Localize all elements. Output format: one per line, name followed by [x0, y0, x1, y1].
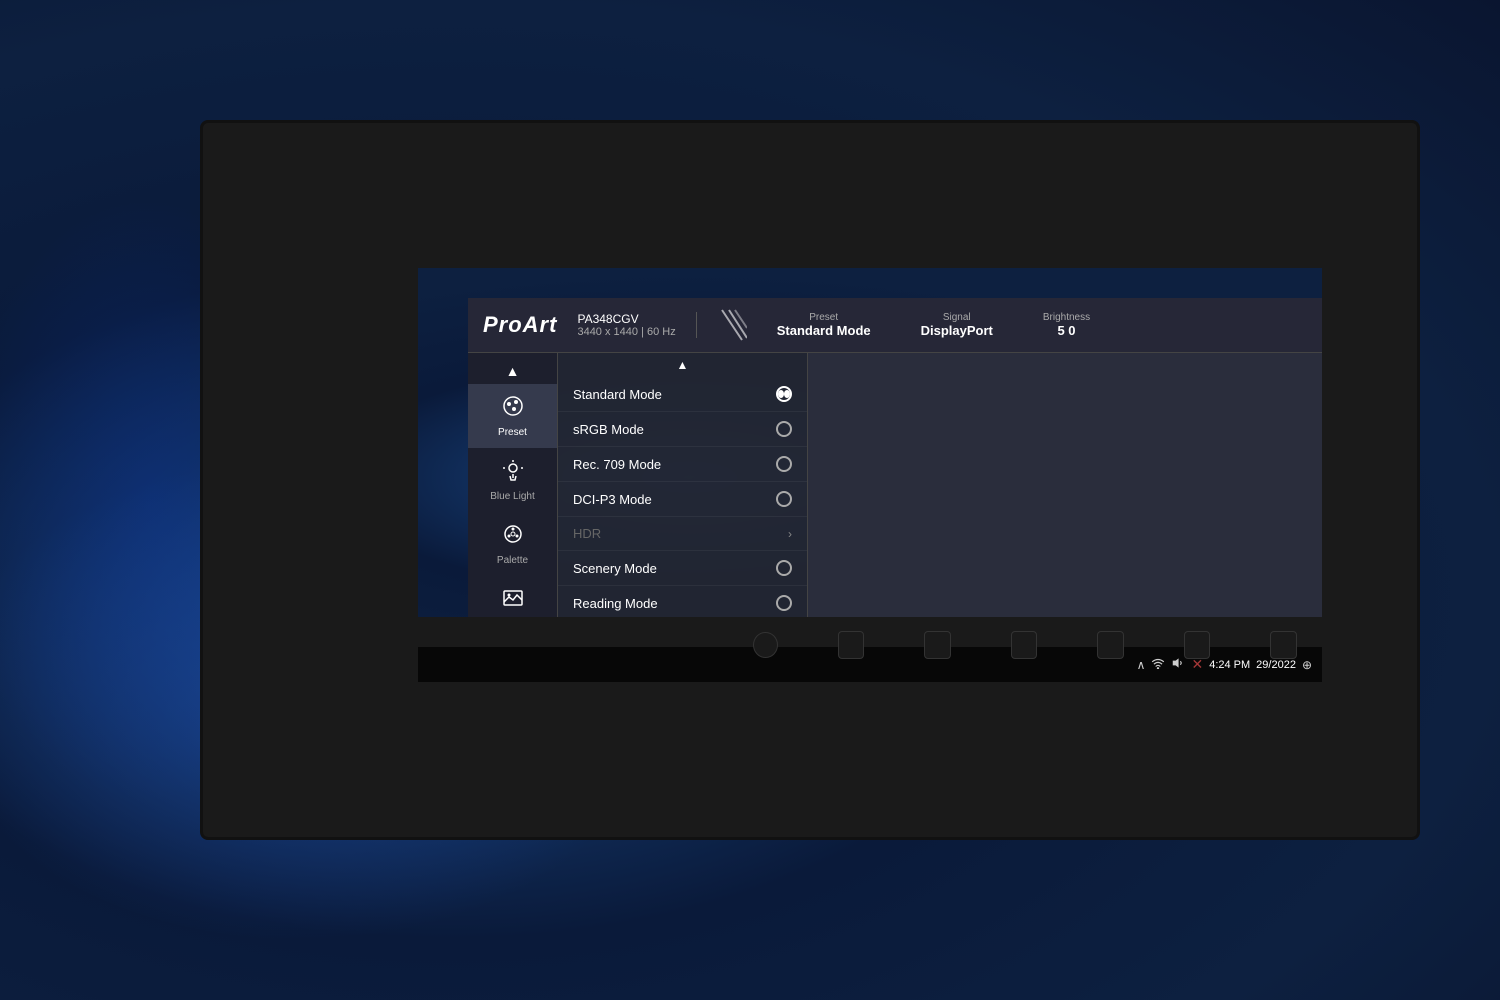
hdr-label: HDR [573, 526, 601, 541]
osd-header: ProArt PA348CGV 3440 x 1440 | 60 Hz Pres… [468, 298, 1322, 353]
standard-mode-radio[interactable] [776, 386, 792, 402]
sidebar-arrow-up[interactable]: ▲ [501, 358, 525, 384]
scenery-label: Scenery Mode [573, 561, 657, 576]
taskbar-gear-icon: ⊕ [1302, 658, 1312, 672]
header-stats: Preset Standard Mode Signal DisplayPort … [777, 312, 1090, 338]
sidebar-item-preset[interactable]: Preset [468, 384, 557, 448]
brand-logo: ProArt [483, 312, 557, 338]
rec709-radio[interactable] [776, 456, 792, 472]
monitor-btn-6[interactable] [1270, 631, 1297, 659]
monitor-screen: ProArt PA348CGV 3440 x 1440 | 60 Hz Pres… [418, 268, 1322, 617]
menu-item-dcip3[interactable]: DCI-P3 Mode [558, 482, 807, 517]
reading-label: Reading Mode [573, 596, 658, 611]
sidebar-label-bluelight: Blue Light [490, 491, 534, 502]
dcip3-label: DCI-P3 Mode [573, 492, 652, 507]
monitor-btn-4[interactable] [1097, 631, 1124, 659]
brightness-label: Brightness [1043, 312, 1090, 323]
brightness-value: 5 0 [1043, 323, 1090, 338]
monitor-resolution: 3440 x 1440 | 60 Hz [577, 326, 675, 338]
osd-body: ▲ Preset [468, 353, 1322, 617]
hdr-chevron-icon: › [788, 527, 792, 541]
bluelight-icon [501, 458, 525, 488]
scenery-radio[interactable] [776, 560, 792, 576]
reading-radio[interactable] [776, 595, 792, 611]
menu-item-scenery[interactable]: Scenery Mode [558, 551, 807, 586]
image-icon [501, 586, 525, 616]
osd-right-panel [808, 353, 1322, 617]
sidebar-label-palette: Palette [497, 555, 528, 566]
monitor-info: PA348CGV 3440 x 1440 | 60 Hz [577, 312, 696, 338]
menu-item-standard-mode[interactable]: Standard Mode [558, 377, 807, 412]
preset-stat: Preset Standard Mode [777, 312, 871, 338]
osd-sidebar: ▲ Preset [468, 353, 558, 617]
monitor-power-button[interactable] [753, 632, 778, 658]
osd-menu: ProArt PA348CGV 3440 x 1440 | 60 Hz Pres… [468, 298, 1322, 617]
monitor-btn-5[interactable] [1184, 631, 1211, 659]
preset-value: Standard Mode [777, 323, 871, 338]
monitor-model: PA348CGV [577, 312, 675, 326]
monitor-bezel: ProArt PA348CGV 3440 x 1440 | 60 Hz Pres… [200, 120, 1420, 840]
preset-icon [501, 394, 525, 424]
sidebar-item-palette[interactable]: Palette [468, 512, 557, 576]
preset-label: Preset [777, 312, 871, 323]
dcip3-radio[interactable] [776, 491, 792, 507]
monitor-btn-2[interactable] [924, 631, 951, 659]
menu-item-hdr[interactable]: HDR › [558, 517, 807, 551]
standard-mode-label: Standard Mode [573, 387, 662, 402]
diagonal-lines-icon [717, 305, 747, 345]
sidebar-item-image[interactable]: Image [468, 576, 557, 617]
sidebar-label-preset: Preset [498, 427, 527, 438]
menu-scroll-up[interactable]: ▲ [558, 353, 807, 377]
rec709-label: Rec. 709 Mode [573, 457, 661, 472]
menu-item-reading[interactable]: Reading Mode [558, 586, 807, 617]
monitor-buttons-row [753, 625, 1297, 665]
menu-item-rec709[interactable]: Rec. 709 Mode [558, 447, 807, 482]
srgb-mode-radio[interactable] [776, 421, 792, 437]
signal-label: Signal [921, 312, 993, 323]
brightness-stat: Brightness 5 0 [1043, 312, 1090, 338]
palette-icon [501, 522, 525, 552]
osd-content-panel: ▲ Standard Mode sRGB Mode Rec. 709 Mode [558, 353, 808, 617]
signal-stat: Signal DisplayPort [921, 312, 993, 338]
menu-item-srgb-mode[interactable]: sRGB Mode [558, 412, 807, 447]
srgb-mode-label: sRGB Mode [573, 422, 644, 437]
sidebar-item-bluelight[interactable]: Blue Light [468, 448, 557, 512]
monitor-btn-1[interactable] [838, 631, 865, 659]
signal-value: DisplayPort [921, 323, 993, 338]
monitor-btn-3[interactable] [1011, 631, 1038, 659]
